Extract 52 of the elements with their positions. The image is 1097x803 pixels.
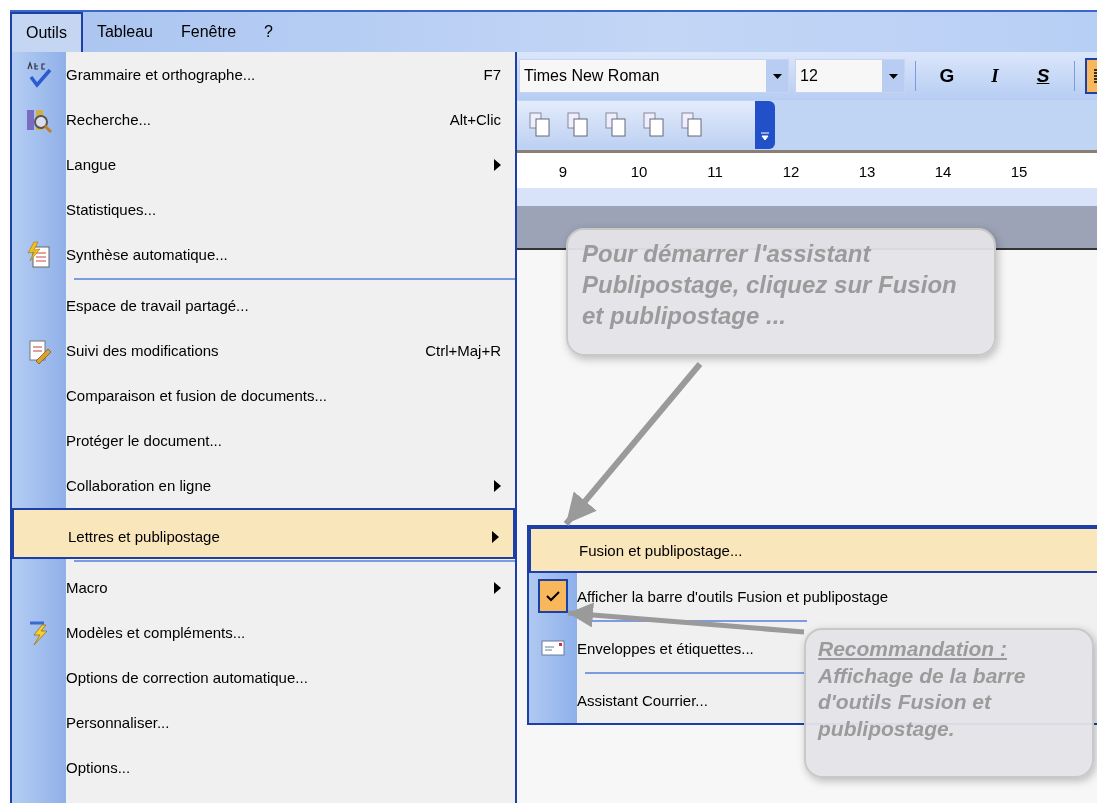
submenu-item[interactable]: Fusion et publipostage... <box>529 527 1097 573</box>
submenu-item[interactable]: Afficher la barre d'outils Fusion et publipostage <box>529 573 905 619</box>
menu-bar-item[interactable]: Tableau <box>82 12 167 52</box>
dropdown-arrow-icon <box>772 73 782 79</box>
document-copy-icon[interactable] <box>603 111 629 139</box>
chevron-icon <box>760 131 770 141</box>
menu-bar-item[interactable]: Outils <box>10 12 83 52</box>
menu-item[interactable]: Statistiques... <box>12 187 515 232</box>
font-size-dropdown[interactable]: 12 <box>795 59 905 93</box>
submenu-arrow-icon <box>494 581 501 594</box>
ruler-number: 10 <box>629 163 649 180</box>
menu-bar-item[interactable]: Fenêtre <box>166 12 251 52</box>
menu-bar-item[interactable]: ? <box>250 12 287 52</box>
ruler-number: 13 <box>857 163 877 180</box>
menu-item[interactable]: Grammaire et orthographe... F7 <box>12 52 515 97</box>
document-copy-icon[interactable] <box>679 111 705 139</box>
spelling-check-icon <box>26 60 52 89</box>
callout-heading: Recommandation : <box>818 636 1009 662</box>
menu-item[interactable]: Suivi des modifications Ctrl+Maj+R <box>12 328 515 373</box>
callout-text: Pour démarrer l'assistant Publipostage, cliquez sur Fusion et publipostage ... <box>582 239 958 332</box>
menu-item[interactable]: Comparaison et fusion de documents... <box>12 373 515 418</box>
document-lightning-icon <box>26 240 52 269</box>
format-button[interactable]: S <box>1022 64 1064 88</box>
format-button[interactable]: I <box>974 64 1016 88</box>
document-copy-icon[interactable] <box>565 111 591 139</box>
menu-item[interactable]: Collaboration en ligne <box>12 463 515 508</box>
font-dropdown[interactable]: Times New Roman <box>519 59 789 93</box>
submenu-arrow-icon <box>492 530 499 543</box>
envelope-icon <box>541 640 565 656</box>
ruler-number: 11 <box>706 163 724 180</box>
menu-item[interactable]: Options... <box>12 745 515 790</box>
submenu-arrow-icon <box>494 479 501 492</box>
menu-item[interactable]: Options de correction automatique... <box>12 655 515 700</box>
ruler-number: 12 <box>781 163 801 180</box>
menu-item[interactable]: Lettres et publipostage <box>12 508 515 559</box>
menu-item[interactable]: Modèles et compléments... <box>12 610 515 655</box>
menu-item[interactable]: Langue <box>12 142 515 187</box>
menu-item[interactable]: Synthèse automatique... <box>12 232 515 277</box>
toolbar-options-button[interactable] <box>755 101 775 149</box>
ruler-number: 9 <box>557 163 569 180</box>
format-button[interactable]: G <box>926 64 968 88</box>
callout-text: Affichage de la barre d'outils Fusion et publipostage. <box>818 662 1027 742</box>
document-copy-icon[interactable] <box>527 111 553 139</box>
checkmark-icon <box>538 579 568 613</box>
ruler-number: 15 <box>1009 163 1029 180</box>
dropdown-arrow-icon <box>888 73 898 79</box>
menu-item[interactable]: Personnaliser... <box>12 700 515 745</box>
menu-item[interactable]: Recherche... Alt+Clic <box>12 97 515 142</box>
document-copy-icon[interactable] <box>641 111 667 139</box>
menu-item[interactable]: Protéger le document... <box>12 418 515 463</box>
submenu-arrow-icon <box>494 158 501 171</box>
ruler-number: 14 <box>933 163 953 180</box>
